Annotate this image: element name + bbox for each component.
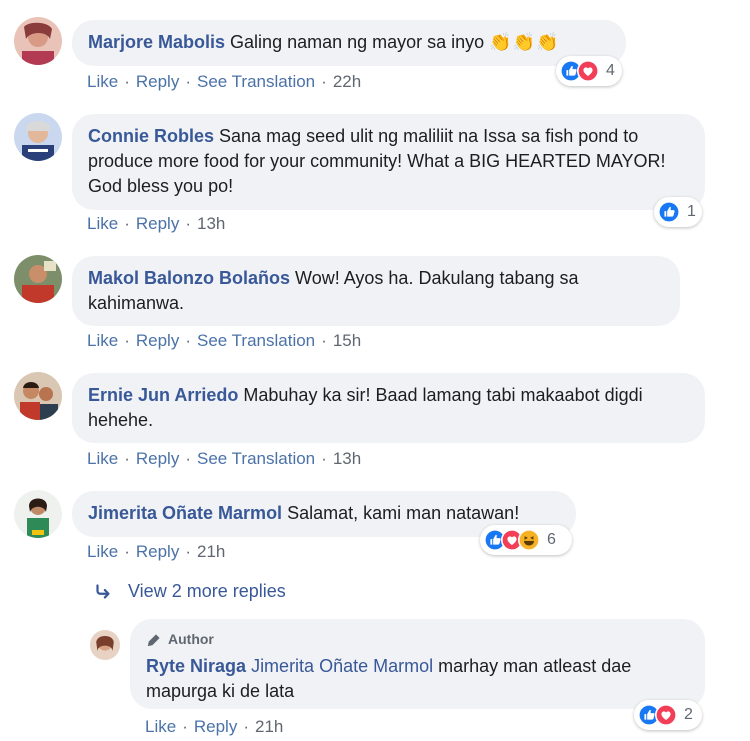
comment-bubble: Makol Balonzo Bolaños Wow! Ayos ha. Daku… <box>72 256 680 326</box>
love-reaction-icon <box>577 60 599 82</box>
avatar[interactable] <box>14 255 62 303</box>
comment-timestamp[interactable]: 13h <box>197 214 225 233</box>
reaction-count: 6 <box>547 531 556 548</box>
like-link[interactable]: Like <box>87 72 118 91</box>
avatar[interactable] <box>14 17 62 65</box>
comment-actions: Like · Reply · 21h <box>87 542 226 561</box>
reply-link[interactable]: Reply <box>136 72 179 91</box>
reaction-summary[interactable]: 2 <box>634 700 702 730</box>
avatar[interactable] <box>14 490 62 538</box>
reaction-summary[interactable]: 6 <box>480 525 572 555</box>
reply-link[interactable]: Reply <box>136 449 179 468</box>
see-translation-link[interactable]: See Translation <box>197 72 315 91</box>
comment-actions: Like · Reply · See Translation · 15h <box>87 331 362 350</box>
comment-actions: Like · Reply · See Translation · 22h <box>87 72 362 91</box>
mention-link[interactable]: Jimerita Oñate Marmol <box>251 656 433 676</box>
comment-text: Salamat, kami man natawan! <box>287 503 520 523</box>
comment-bubble: Ernie Jun Arriedo Mabuhay ka sir! Baad l… <box>72 373 705 443</box>
like-link[interactable]: Like <box>145 717 176 736</box>
view-more-replies-label: View 2 more replies <box>128 580 286 601</box>
comment-text: Galing naman ng mayor sa inyo <box>230 32 485 52</box>
comment-actions: Like · Reply · 21h <box>145 717 284 736</box>
reaction-count: 2 <box>684 706 693 723</box>
avatar[interactable] <box>14 372 62 420</box>
commenter-name[interactable]: Jimerita Oñate Marmol <box>88 503 282 523</box>
avatar[interactable] <box>14 113 62 161</box>
like-reaction-icon <box>658 201 680 223</box>
reaction-count: 4 <box>606 62 615 79</box>
author-badge: Author <box>146 627 689 652</box>
reaction-summary[interactable]: 4 <box>556 56 622 86</box>
see-translation-link[interactable]: See Translation <box>197 331 315 350</box>
like-link[interactable]: Like <box>87 214 118 233</box>
commenter-name[interactable]: Ernie Jun Arriedo <box>88 385 238 405</box>
commenter-name[interactable]: Connie Robles <box>88 126 214 146</box>
comment-bubble: Marjore Mabolis Galing naman ng mayor sa… <box>72 20 626 66</box>
reply-link[interactable]: Reply <box>194 717 237 736</box>
haha-reaction-icon <box>518 529 540 551</box>
comment-actions: Like · Reply · 13h <box>87 214 226 233</box>
commenter-name[interactable]: Makol Balonzo Bolaños <box>88 268 290 288</box>
comment-timestamp[interactable]: 22h <box>333 72 361 91</box>
commenter-name[interactable]: Marjore Mabolis <box>88 32 225 52</box>
comment-bubble: Connie Robles Sana mag seed ulit ng mali… <box>72 114 705 210</box>
like-link[interactable]: Like <box>87 331 118 350</box>
commenter-name[interactable]: Ryte Niraga <box>146 656 246 676</box>
pen-icon <box>147 633 160 646</box>
reaction-count: 1 <box>687 203 696 220</box>
comment-bubble: Author Ryte Niraga Jimerita Oñate Marmol… <box>130 619 705 709</box>
love-reaction-icon <box>655 704 677 726</box>
comment-timestamp[interactable]: 13h <box>333 449 361 468</box>
comment-timestamp[interactable]: 15h <box>333 331 361 350</box>
reply-link[interactable]: Reply <box>136 214 179 233</box>
clapping-emoji: 👏👏👏 <box>489 32 560 52</box>
avatar[interactable] <box>90 630 120 660</box>
like-link[interactable]: Like <box>87 449 118 468</box>
view-more-replies-link[interactable]: View 2 more replies <box>92 580 286 602</box>
reply-link[interactable]: Reply <box>136 542 179 561</box>
see-translation-link[interactable]: See Translation <box>197 449 315 468</box>
author-badge-label: Author <box>168 631 214 647</box>
reply-arrow-icon <box>96 584 110 599</box>
like-link[interactable]: Like <box>87 542 118 561</box>
comment-actions: Like · Reply · See Translation · 13h <box>87 449 362 468</box>
comment-timestamp[interactable]: 21h <box>255 717 283 736</box>
comment-timestamp[interactable]: 21h <box>197 542 225 561</box>
reply-link[interactable]: Reply <box>136 331 179 350</box>
reaction-summary[interactable]: 1 <box>654 197 702 227</box>
